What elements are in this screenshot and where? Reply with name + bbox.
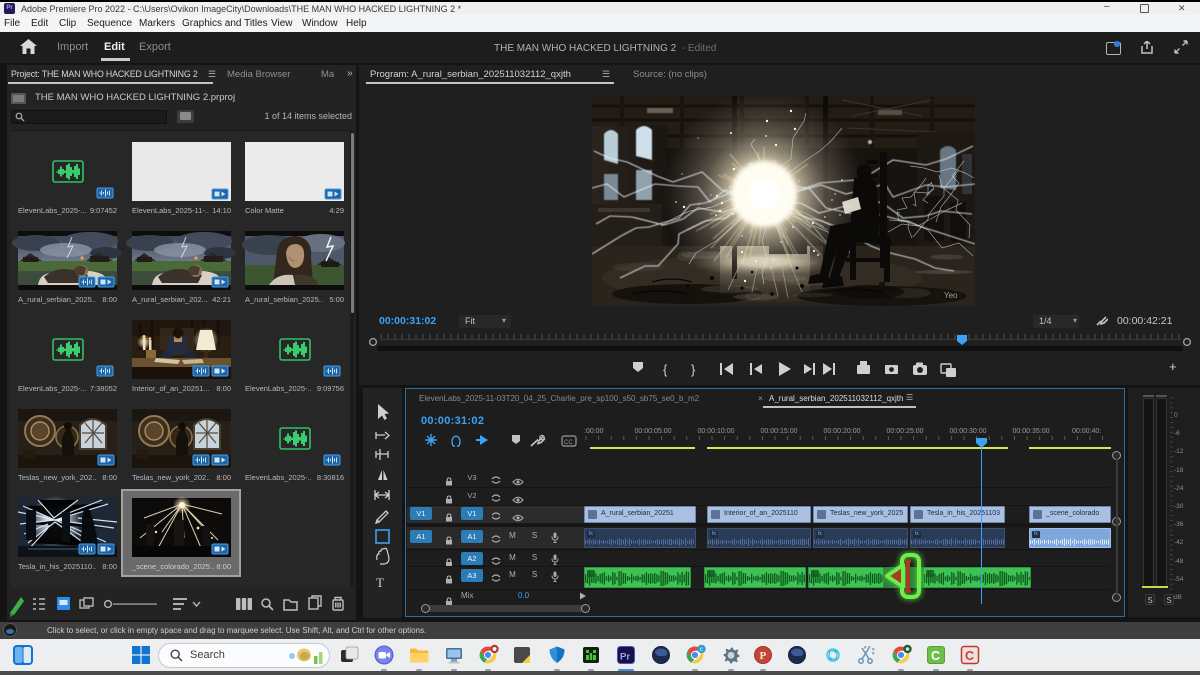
svg-text:00:00:30:00: 00:00:30:00 xyxy=(950,428,987,435)
svg-text:Pr: Pr xyxy=(620,652,630,663)
svg-text:P: P xyxy=(760,650,767,662)
svg-text:}: } xyxy=(691,362,696,377)
svg-text:Yeo: Yeo xyxy=(944,291,958,300)
svg-text:00:00:35:00: 00:00:35:00 xyxy=(1013,428,1050,435)
svg-text:00:00:25:00: 00:00:25:00 xyxy=(887,428,924,435)
svg-text:00:00:05:00: 00:00:05:00 xyxy=(635,428,672,435)
svg-text:00:00:10:00: 00:00:10:00 xyxy=(698,428,735,435)
svg-text:T: T xyxy=(376,575,384,590)
svg-text:c: c xyxy=(700,647,703,653)
svg-text:CC: CC xyxy=(564,440,573,446)
svg-text:00:00:40:: 00:00:40: xyxy=(1072,428,1101,435)
svg-text:C: C xyxy=(931,649,940,663)
svg-text:00:00:20:00: 00:00:20:00 xyxy=(824,428,861,435)
svg-text:{: { xyxy=(663,362,668,377)
svg-text:00:00:15:00: 00:00:15:00 xyxy=(761,428,798,435)
svg-text:C: C xyxy=(965,649,974,663)
svg-text::00:00: :00:00 xyxy=(584,428,604,435)
